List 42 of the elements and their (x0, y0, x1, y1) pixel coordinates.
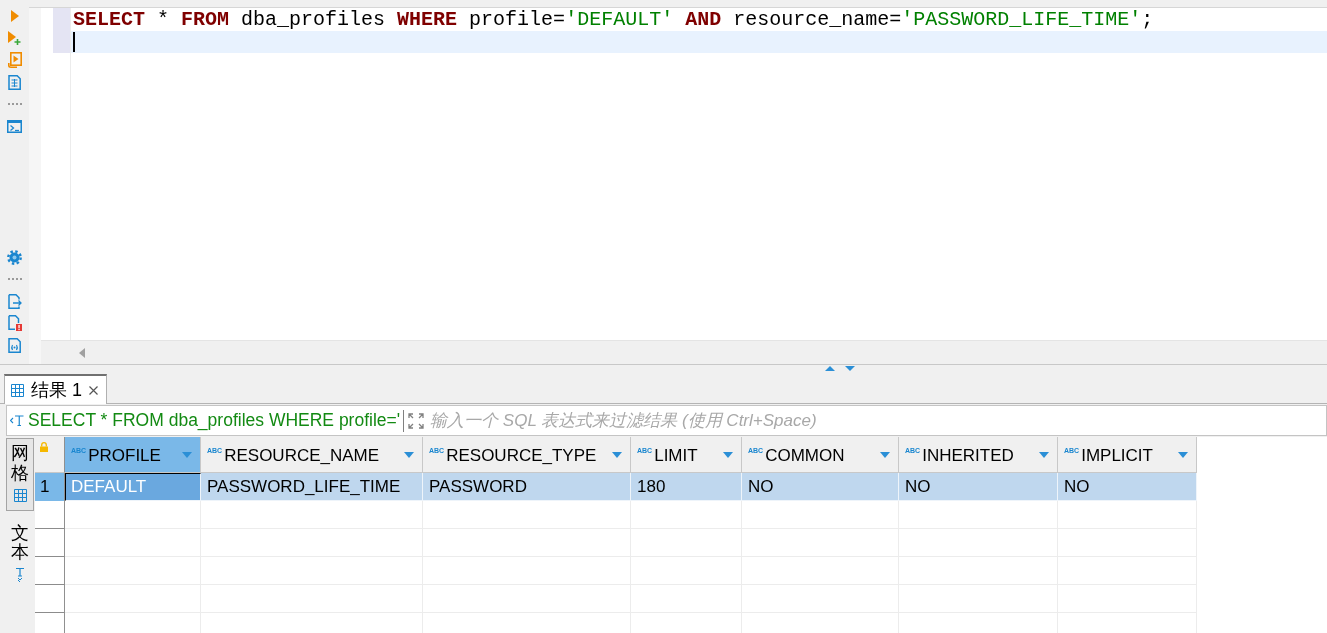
arrow-down-icon[interactable] (845, 366, 855, 371)
results-tab[interactable]: 结果 1 (4, 374, 107, 404)
code-line: SELECT * FROM dba_profiles WHERE profile='DEFAULT' AND resource_name='PASSWORD_LIFE_TIME'; (72, 9, 1154, 31)
gear-icon[interactable] (7, 249, 22, 265)
grid-icon (13, 488, 27, 502)
text-caret (73, 31, 75, 52)
arrow-up-icon[interactable] (825, 366, 835, 371)
scroll-left-icon[interactable] (79, 347, 85, 358)
empty-row-header (35, 501, 65, 529)
document-braces-icon[interactable] (8, 337, 21, 353)
empty-row-header (35, 585, 65, 613)
table-cell[interactable]: PASSWORD_LIFE_TIME (201, 473, 423, 501)
view-tab[interactable]: 网格 (6, 438, 34, 511)
dropdown-icon[interactable] (404, 451, 414, 458)
dropdown-icon[interactable] (1178, 451, 1188, 458)
dropdown-icon[interactable] (612, 451, 622, 458)
table-row[interactable]: 1 DEFAULT PASSWORD_LIFE_TIME PASSWORD 180 NO NO NO (35, 473, 1197, 501)
row-number: 1 (35, 473, 65, 501)
empty-row-header (35, 529, 65, 557)
dropdown-icon[interactable] (182, 451, 192, 458)
document-icon[interactable] (8, 74, 21, 90)
table-cell[interactable]: NO (899, 473, 1058, 501)
document-alert-icon[interactable] (7, 315, 22, 331)
view-tab[interactable]: 文本 (6, 517, 34, 592)
table-cell[interactable]: 180 (631, 473, 742, 501)
table-cell[interactable]: NO (1058, 473, 1197, 501)
script-play-icon[interactable] (7, 52, 22, 68)
table-cell[interactable]: NO (742, 473, 899, 501)
play-plus-icon[interactable] (8, 31, 21, 45)
empty-row-header (35, 557, 65, 585)
lock-icon (40, 442, 48, 452)
dropdown-icon[interactable] (723, 451, 733, 458)
terminal-icon[interactable] (7, 119, 22, 133)
dropdown-icon[interactable] (1039, 451, 1049, 458)
table-icon (11, 383, 24, 397)
document-arrow-icon[interactable] (7, 293, 22, 309)
table-cell[interactable]: PASSWORD (423, 473, 631, 501)
close-icon[interactable] (89, 385, 98, 395)
dropdown-icon[interactable] (880, 451, 890, 458)
horizontal-scrollbar[interactable] (41, 340, 1327, 364)
play-icon[interactable] (10, 10, 19, 22)
text-format-icon (15, 568, 25, 583)
